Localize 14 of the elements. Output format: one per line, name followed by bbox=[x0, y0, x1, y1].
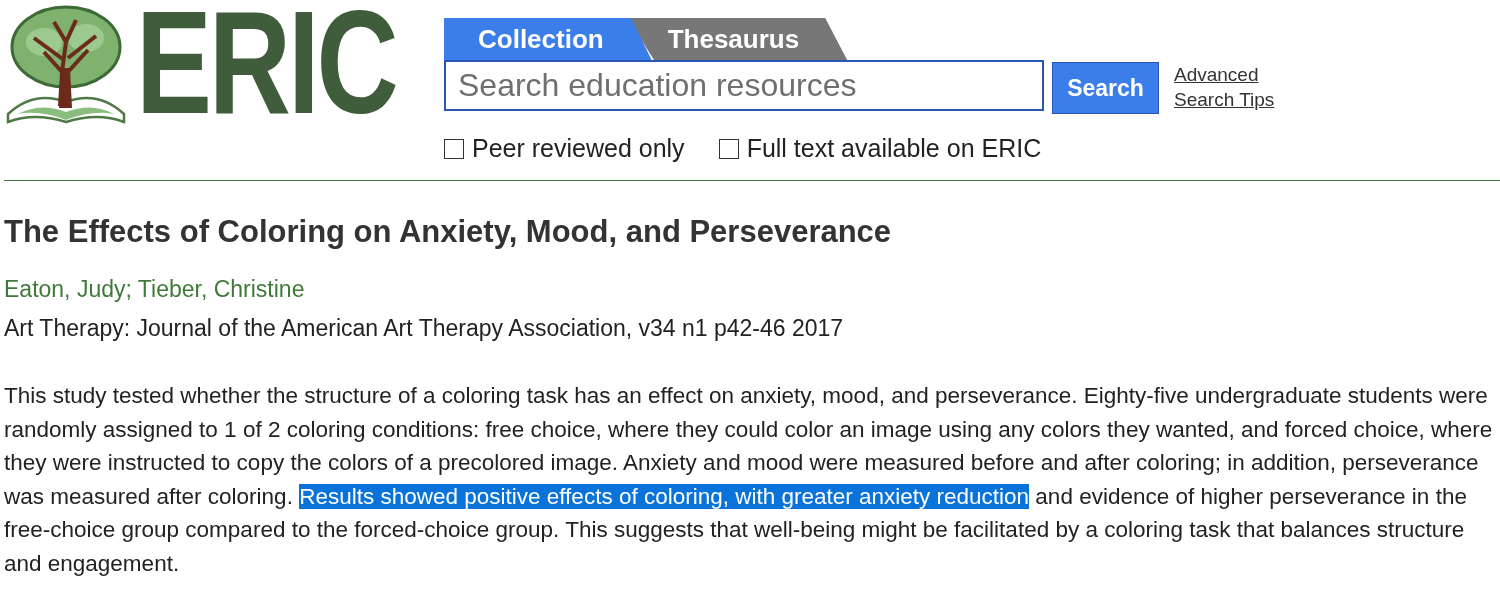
checkbox[interactable] bbox=[718, 138, 739, 159]
help-link[interactable]: Search Tips bbox=[1174, 87, 1275, 112]
checkbox-label[interactable]: Full text available on ERIC bbox=[746, 134, 1042, 163]
abstract-paragraph: This study tested whether the structure of a coloring task has an effect on anxiety, mood, and perseverance. Eighty-five undergraduate students were randomly assigned to 1 of 2 coloring conditions: free choice, where they could color an image using any colors they wanted, and forced choice, where they were instructed to copy the colors of a precolored image. Anxiety and mood were measured before and after coloring; in addition, perseverance was measured after coloring. Results showed positive effects of coloring, with greater anxiety reduction and evidence of higher perseverance in the free-choice group compared to the forced-choice group. This suggests that well-being might be facilitated by a coloring task that balances structure and engagement. bbox=[4, 382, 1494, 578]
author-link[interactable]: Eaton, Judy; Tieber, Christine bbox=[4, 276, 1500, 303]
record-title: The Effects of Coloring on Anxiety, Mood, and Perseverance bbox=[4, 214, 893, 250]
search-button[interactable]: Search bbox=[1052, 62, 1159, 114]
journal-citation: Art Therapy: Journal of the American Art Therapy Association, v34 n1 p42-46 2017 bbox=[4, 315, 845, 342]
help-link[interactable]: Advanced bbox=[1174, 62, 1275, 87]
search-tab[interactable]: Collection bbox=[444, 18, 652, 60]
checkbox[interactable] bbox=[444, 138, 464, 159]
logo-wordmark[interactable]: ERIC bbox=[136, 0, 396, 136]
search-field[interactable]: Search education resources bbox=[444, 60, 1044, 111]
checkbox-label[interactable]: Peer reviewed only bbox=[472, 134, 685, 163]
